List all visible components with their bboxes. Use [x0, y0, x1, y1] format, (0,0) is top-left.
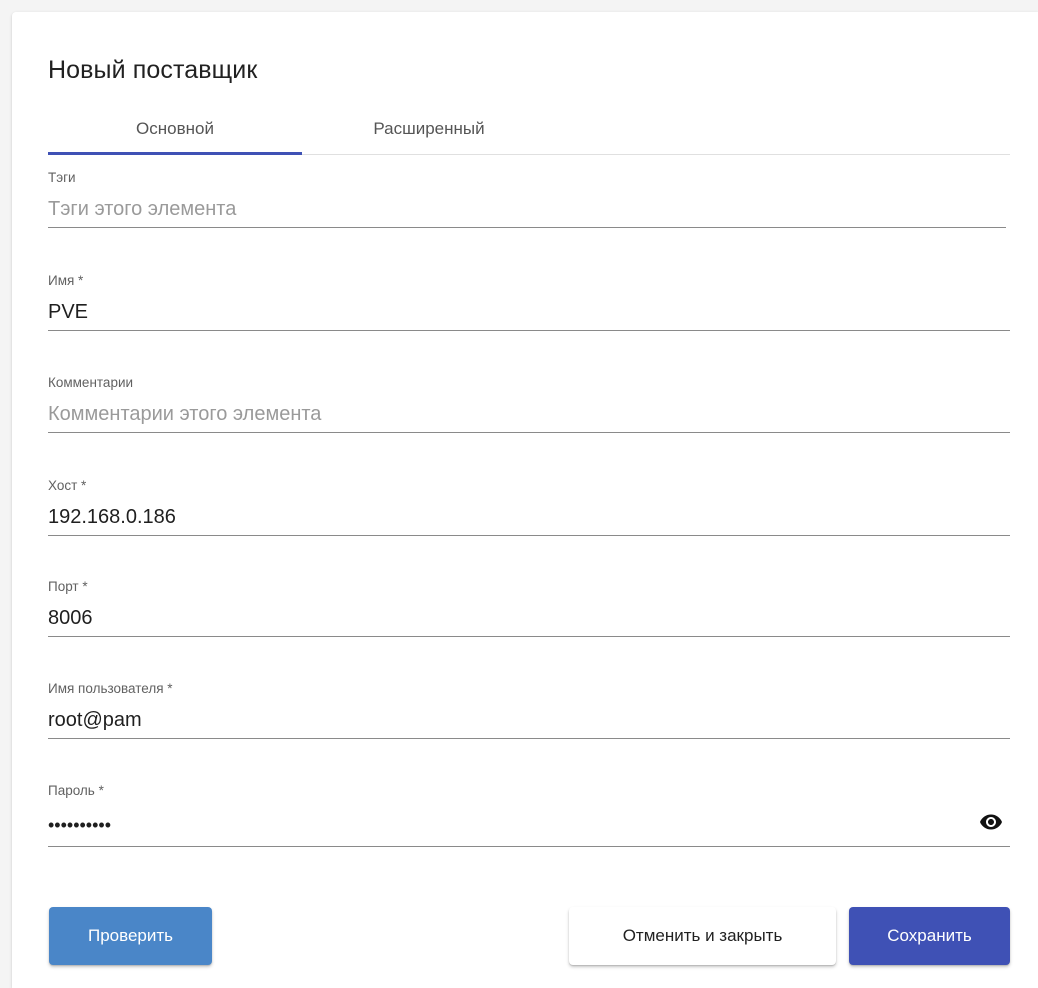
eye-icon[interactable]: [976, 810, 1006, 834]
tab-main[interactable]: Основной: [48, 112, 302, 155]
active-tab-indicator: [48, 152, 302, 155]
tab-bar: Основной Расширенный: [48, 112, 1010, 155]
name-field: Имя *: [48, 272, 1010, 331]
new-provider-dialog: Новый поставщик Основной Расширенный Тэг…: [12, 12, 1038, 988]
tab-advanced-label: Расширенный: [373, 119, 485, 138]
password-input[interactable]: [48, 806, 1010, 844]
port-field: Порт *: [48, 578, 1010, 637]
tags-field: Тэги: [48, 169, 1010, 228]
dialog-title: Новый поставщик: [48, 56, 258, 84]
test-button[interactable]: Проверить: [49, 907, 212, 965]
tags-input[interactable]: [48, 193, 1006, 225]
tab-advanced[interactable]: Расширенный: [302, 112, 556, 154]
host-field: Хост *: [48, 477, 1010, 536]
comments-input[interactable]: [48, 398, 1010, 430]
username-input[interactable]: [48, 704, 1010, 736]
port-input[interactable]: [48, 602, 1010, 634]
cancel-and-close-button[interactable]: Отменить и закрыть: [569, 907, 836, 965]
username-label: Имя пользователя *: [48, 681, 173, 696]
tags-label: Тэги: [48, 170, 76, 185]
port-label: Порт *: [48, 579, 88, 594]
name-input[interactable]: [48, 296, 1010, 328]
username-field: Имя пользователя *: [48, 680, 1010, 739]
tab-main-label: Основной: [136, 119, 214, 138]
save-button[interactable]: Сохранить: [849, 907, 1010, 965]
comments-field: Комментарии: [48, 374, 1010, 433]
host-input[interactable]: [48, 501, 1010, 533]
comments-label: Комментарии: [48, 375, 134, 390]
name-label: Имя *: [48, 273, 84, 288]
password-label: Пароль *: [48, 783, 104, 798]
password-field: Пароль *: [48, 782, 1010, 847]
host-label: Хост *: [48, 478, 87, 493]
